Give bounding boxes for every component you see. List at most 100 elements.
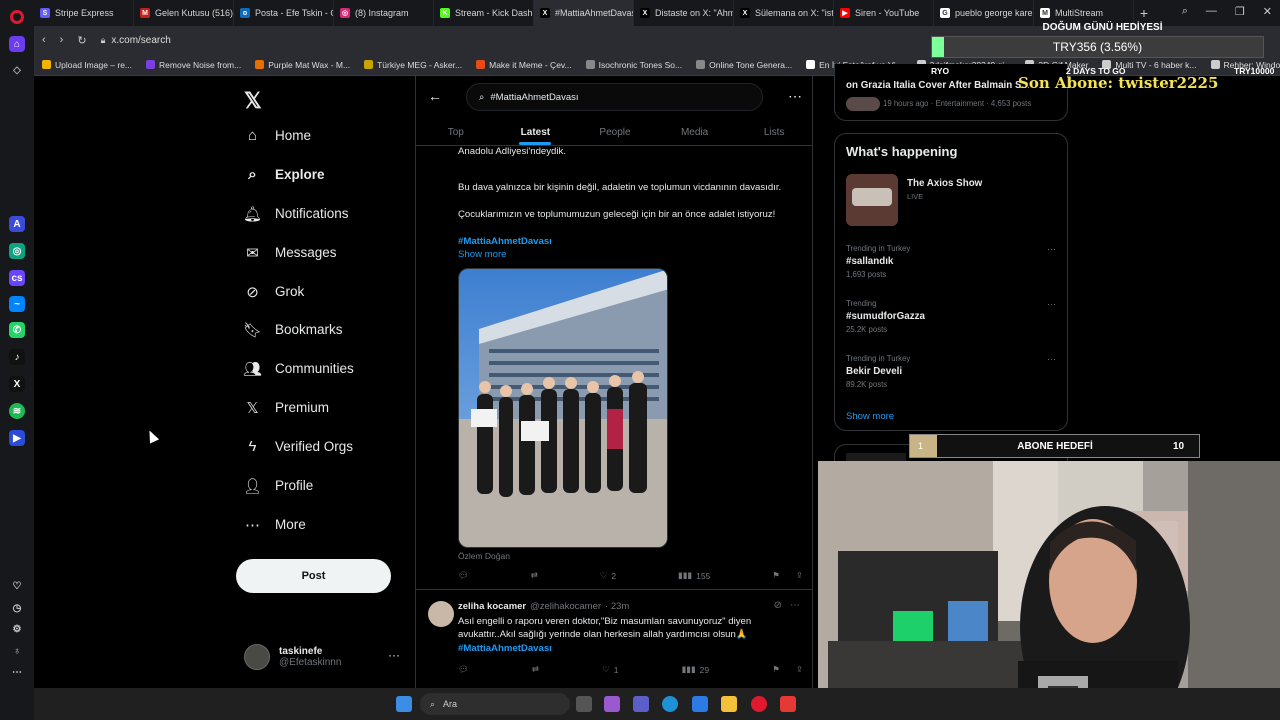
views-button[interactable]: ▮▮▮ 29	[682, 664, 710, 675]
back-arrow-icon[interactable]: ←	[428, 88, 442, 104]
close-button[interactable]: ✕	[1263, 5, 1272, 18]
nav-item-grok[interactable]: ⊘ Grok	[244, 283, 304, 301]
browser-tab[interactable]: X Distaste on X: "Ahmet	[634, 0, 734, 26]
retweet-icon[interactable]: ⇄	[532, 664, 539, 675]
live-title[interactable]: The Axios Show	[907, 178, 982, 189]
show-more-link[interactable]: Show more	[846, 411, 894, 422]
bookmark-icon[interactable]: ⚑	[772, 570, 780, 581]
live-thumbnail[interactable]	[846, 174, 898, 226]
reload-icon[interactable]: ↻	[77, 34, 86, 47]
author-name[interactable]: zeliha kocamer	[458, 601, 526, 612]
tab-top[interactable]: Top	[416, 120, 496, 145]
edge-icon[interactable]	[662, 696, 678, 712]
back-nav-icon[interactable]: ‹	[42, 34, 46, 46]
browser-tab[interactable]: M Gelen Kutusu (516) -	[134, 0, 234, 26]
file-explorer-icon[interactable]	[721, 696, 737, 712]
like-button[interactable]: ♡ 2	[600, 570, 616, 581]
taskbar-search[interactable]: ⌕ Ara	[420, 693, 570, 715]
nav-item-explore[interactable]: ⌕ Explore	[244, 166, 324, 183]
messenger-icon[interactable]: ~	[9, 296, 25, 312]
maximize-button[interactable]: ❐	[1235, 5, 1245, 18]
aria-icon[interactable]: A	[9, 216, 25, 232]
nav-item-verified-orgs[interactable]: ϟ Verified Orgs	[244, 438, 354, 455]
browser-tab[interactable]: ▶ Siren - YouTube	[834, 0, 934, 26]
bookmark-item[interactable]: Remove Noise from...	[146, 60, 241, 70]
chatgpt-icon[interactable]: ◎	[9, 243, 25, 259]
bookmark-item[interactable]: Isochronic Tones So...	[585, 60, 682, 70]
search-tabs-icon[interactable]: ⌕	[1182, 5, 1188, 18]
copilot-icon[interactable]	[604, 696, 620, 712]
trend-more-icon[interactable]: ⋯	[1047, 244, 1056, 255]
reply-icon[interactable]: 💬︎	[458, 664, 469, 675]
browser-tab[interactable]: X Sülemana on X: "isted	[734, 0, 834, 26]
bookmark-item[interactable]: Make it Meme - Çev...	[476, 60, 572, 70]
bookmark-item[interactable]: Upload Image – re...	[42, 60, 132, 70]
history-icon[interactable]: ◷	[9, 600, 25, 616]
heart-icon[interactable]: ♡	[9, 578, 25, 594]
browser-tab[interactable]: K Stream - Kick Dashbo	[434, 0, 534, 26]
nav-item-notifications[interactable]: 🔔︎ Notifications	[243, 205, 349, 223]
views-button[interactable]: ▮▮▮ 155	[678, 570, 710, 581]
share-icon[interactable]: ⇪	[796, 570, 803, 581]
browser-tab[interactable]: S Stripe Express	[34, 0, 134, 26]
opera-taskbar-icon[interactable]	[751, 696, 767, 712]
trend-more-icon[interactable]: ⋯	[1047, 354, 1056, 365]
tweet-photo[interactable]	[458, 268, 668, 548]
tab-lists[interactable]: Lists	[734, 120, 812, 145]
tab-latest[interactable]: Latest	[496, 120, 576, 145]
browser-tab[interactable]: ◎ (8) Instagram	[334, 0, 434, 26]
grok-icon[interactable]: ⊘	[774, 600, 782, 611]
bookmark-item[interactable]: Online Tone Genera...	[696, 60, 792, 70]
show-more-link[interactable]: Show more	[458, 248, 798, 261]
teams-icon[interactable]	[633, 696, 649, 712]
cs-icon[interactable]: cs	[9, 270, 25, 286]
tiktok-icon[interactable]: ♪	[9, 349, 25, 365]
new-tab-button[interactable]: +	[1134, 5, 1154, 21]
whatsapp-icon[interactable]: ✆	[9, 322, 25, 338]
trend-item[interactable]: Trending in Turkey #sallandık 1,693 posts ⋯	[846, 244, 1056, 279]
search-input[interactable]: ⌕ #MattiaAhmetDavası	[466, 83, 763, 111]
trend-item[interactable]: Trending #sumudforGazza 25.2K posts ⋯	[846, 299, 1056, 334]
share-icon[interactable]: ⇪	[796, 664, 803, 675]
tweet-hashtag[interactable]: #MattiaAhmetDavası	[458, 235, 798, 248]
nav-item-bookmarks[interactable]: 🔖︎ Bookmarks	[243, 321, 343, 339]
settings-icon[interactable]: ⚙	[9, 621, 25, 637]
player-icon[interactable]: ▶	[9, 430, 25, 446]
nav-item-home[interactable]: ⌂ Home	[244, 127, 311, 144]
pin-icon[interactable]: ◇	[9, 62, 25, 78]
nav-item-communities[interactable]: 👥︎ Communities	[243, 360, 354, 378]
account-switcher[interactable]: taskinefe @Efetaskinnn	[244, 644, 341, 670]
x-logo-icon[interactable]: 𝕏	[244, 88, 262, 114]
author-handle[interactable]: @zelihakocamer	[530, 601, 601, 612]
nav-item-premium[interactable]: 𝕏 Premium	[244, 399, 329, 417]
tab-people[interactable]: People	[575, 120, 655, 145]
post-button[interactable]: Post	[236, 559, 391, 593]
url-field[interactable]: x.com/search	[111, 35, 170, 46]
nav-item-more[interactable]: ⋯ More	[244, 516, 306, 534]
bookmark-item[interactable]: Türkiye MEG - Asker...	[364, 60, 462, 70]
spotify-icon[interactable]: ≋	[9, 403, 25, 419]
more-sidebar-icon[interactable]: ⋯	[9, 664, 25, 680]
browser-tab[interactable]: o Posta - Efe Tskin - Ou	[234, 0, 334, 26]
home-sidebar-icon[interactable]: ⌂	[9, 36, 25, 52]
nav-item-messages[interactable]: ✉ Messages	[244, 244, 336, 262]
trend-more-icon[interactable]: ⋯	[1047, 299, 1056, 310]
news-card[interactable]: on Grazia Italia Cover After Balmain S..…	[834, 64, 1068, 121]
account-more-icon[interactable]: ···	[388, 648, 400, 662]
like-button[interactable]: ♡ 1	[602, 664, 618, 675]
forward-nav-icon[interactable]: ›	[60, 34, 64, 46]
browser-tab[interactable]: X #MattiaAhmetDavası - Se	[534, 0, 634, 26]
reply-icon[interactable]: 💬︎	[458, 570, 469, 581]
nav-item-profile[interactable]: 👤︎ Profile	[243, 477, 313, 495]
bookmark-item[interactable]: Purple Mat Wax - M...	[255, 60, 350, 70]
task-view-icon[interactable]	[576, 696, 592, 712]
app-taskbar-icon[interactable]	[780, 696, 796, 712]
opera-logo-icon[interactable]	[10, 10, 24, 24]
tweet-more-icon[interactable]: ⋯	[790, 600, 800, 611]
bookmark-icon[interactable]: ⚑	[772, 664, 780, 675]
minimize-button[interactable]: —	[1206, 5, 1217, 18]
search-settings-icon[interactable]: ⋯	[788, 88, 802, 105]
tweet-hashtag[interactable]: #MattiaAhmetDavası	[458, 642, 798, 655]
store-icon[interactable]	[692, 696, 708, 712]
x-sidebar-icon[interactable]: X	[9, 376, 25, 392]
